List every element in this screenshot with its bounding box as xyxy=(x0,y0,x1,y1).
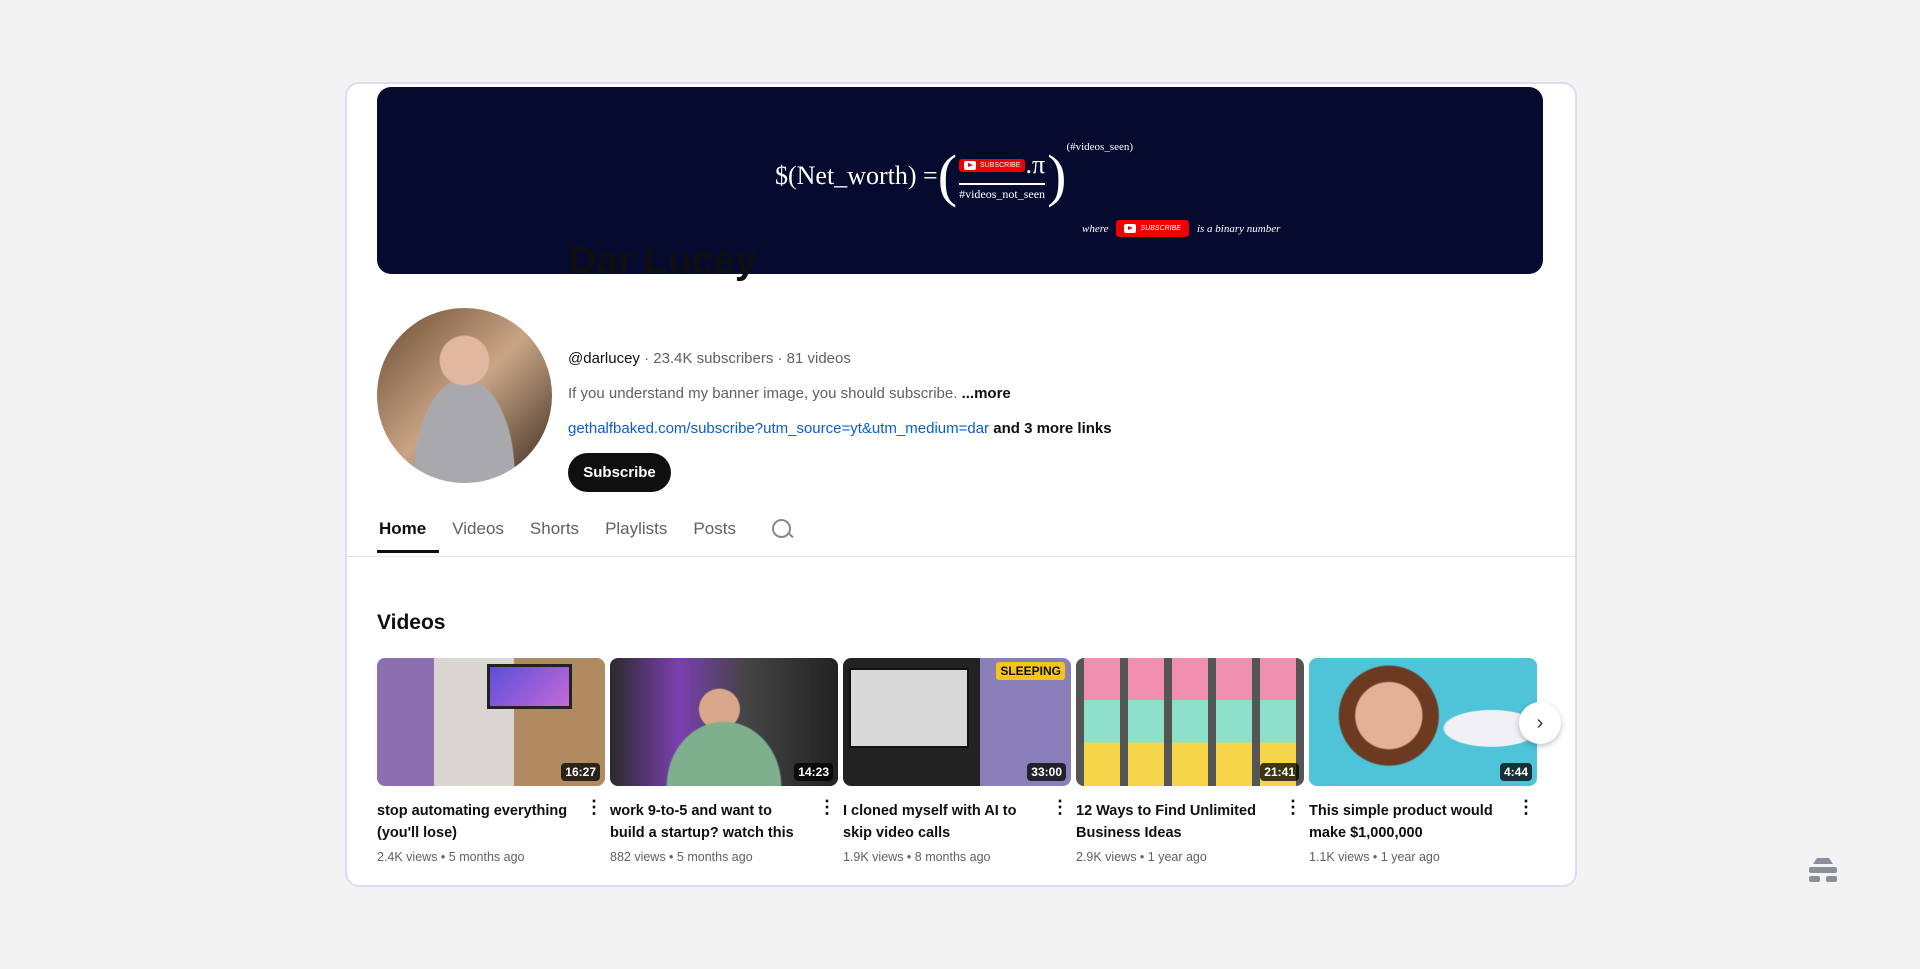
pi: .π xyxy=(1025,150,1046,179)
video-thumbnail[interactable]: 14:23 xyxy=(610,658,838,786)
tab-shorts[interactable]: Shorts xyxy=(517,519,592,553)
channel-tabs: Home Videos Shorts Playlists Posts xyxy=(377,519,793,553)
more-vert-icon[interactable]: ⋮ xyxy=(818,798,836,816)
more-link[interactable]: ...more xyxy=(962,385,1011,402)
channel-links: gethalfbaked.com/subscribe?utm_source=yt… xyxy=(568,420,1112,437)
video-card[interactable]: 21:41 12 Ways to Find Unlimited Business… xyxy=(1076,658,1304,864)
right-paren: ) xyxy=(1047,143,1067,208)
more-vert-icon[interactable]: ⋮ xyxy=(1517,798,1535,816)
avatar[interactable] xyxy=(377,308,552,483)
video-title[interactable]: work 9-to-5 and want to build a startup?… xyxy=(610,800,810,844)
banner-lhs: $(Net_worth) = xyxy=(775,161,938,190)
brand-logo-icon xyxy=(1809,858,1837,882)
video-duration: 14:23 xyxy=(794,763,833,781)
video-duration: 16:27 xyxy=(561,763,600,781)
tab-videos[interactable]: Videos xyxy=(439,519,517,553)
video-card[interactable]: SLEEPING 33:00 I cloned myself with AI to… xyxy=(843,658,1071,864)
video-title[interactable]: This simple product would make $1,000,00… xyxy=(1309,800,1509,844)
video-card[interactable]: 4:44 This simple product would make $1,0… xyxy=(1309,658,1537,864)
tab-playlists[interactable]: Playlists xyxy=(592,519,680,553)
fraction: SUBSCRIBE .π #videos_not_seen xyxy=(959,150,1046,202)
video-meta: 1.1K views • 1 year ago xyxy=(1309,850,1440,864)
video-meta: 1.9K views • 8 months ago xyxy=(843,850,991,864)
video-title[interactable]: I cloned myself with AI to skip video ca… xyxy=(843,800,1043,844)
video-meta: 2.4K views • 5 months ago xyxy=(377,850,525,864)
channel-stats: @darlucey · 23.4K subscribers · 81 video… xyxy=(568,350,851,367)
video-card[interactable]: 14:23 work 9-to-5 and want to build a st… xyxy=(610,658,838,864)
video-thumbnail[interactable]: SLEEPING 33:00 xyxy=(843,658,1071,786)
video-title[interactable]: 12 Ways to Find Unlimited Business Ideas xyxy=(1076,800,1276,844)
channel-link[interactable]: gethalfbaked.com/subscribe?utm_source=yt… xyxy=(568,420,989,437)
more-vert-icon[interactable]: ⋮ xyxy=(1051,798,1069,816)
subscribe-badge: SUBSCRIBE xyxy=(1116,220,1189,237)
video-duration: 4:44 xyxy=(1499,763,1532,781)
divider xyxy=(347,556,1575,557)
video-meta: 2.9K views • 1 year ago xyxy=(1076,850,1207,864)
banner-equation: $(Net_worth) = ( SUBSCRIBE .π #videos_not… xyxy=(775,141,1133,208)
play-icon xyxy=(964,160,977,170)
search-icon[interactable] xyxy=(771,519,793,541)
subscribe-badge: SUBSCRIBE xyxy=(959,158,1026,172)
video-duration: 21:41 xyxy=(1260,763,1299,781)
play-icon xyxy=(1124,224,1137,233)
channel-banner: $(Net_worth) = ( SUBSCRIBE .π #videos_not… xyxy=(377,87,1543,274)
video-title[interactable]: stop automating everything (you'll lose) xyxy=(377,800,577,844)
video-thumbnail[interactable]: 4:44 xyxy=(1309,658,1537,786)
video-thumbnail[interactable]: 21:41 xyxy=(1076,658,1304,786)
next-arrow-button[interactable]: › xyxy=(1519,702,1561,744)
channel-description[interactable]: If you understand my banner image, you s… xyxy=(568,385,1011,402)
video-card[interactable]: 16:27 stop automating everything (you'll… xyxy=(377,658,605,864)
sleeping-badge: SLEEPING xyxy=(996,662,1065,680)
more-vert-icon[interactable]: ⋮ xyxy=(1284,798,1302,816)
channel-page-card: $(Net_worth) = ( SUBSCRIBE .π #videos_not… xyxy=(345,82,1577,887)
exponent: (#videos_seen) xyxy=(1066,141,1134,153)
more-vert-icon[interactable]: ⋮ xyxy=(585,798,603,816)
subscribe-button[interactable]: Subscribe xyxy=(568,453,671,492)
left-paren: ( xyxy=(937,143,958,208)
denominator: #videos_not_seen xyxy=(959,187,1046,201)
section-title: Videos xyxy=(377,611,446,634)
channel-name: Dar Lucey xyxy=(568,239,757,282)
video-thumbnail[interactable]: 16:27 xyxy=(377,658,605,786)
channel-handle: @darlucey xyxy=(568,350,640,367)
video-duration: 33:00 xyxy=(1027,763,1066,781)
banner-footnote: where SUBSCRIBE is a binary number xyxy=(1082,220,1280,237)
video-meta: 882 views • 5 months ago xyxy=(610,850,753,864)
more-links[interactable]: and 3 more links xyxy=(989,420,1111,437)
tab-posts[interactable]: Posts xyxy=(680,519,749,553)
tab-home[interactable]: Home xyxy=(377,519,440,553)
